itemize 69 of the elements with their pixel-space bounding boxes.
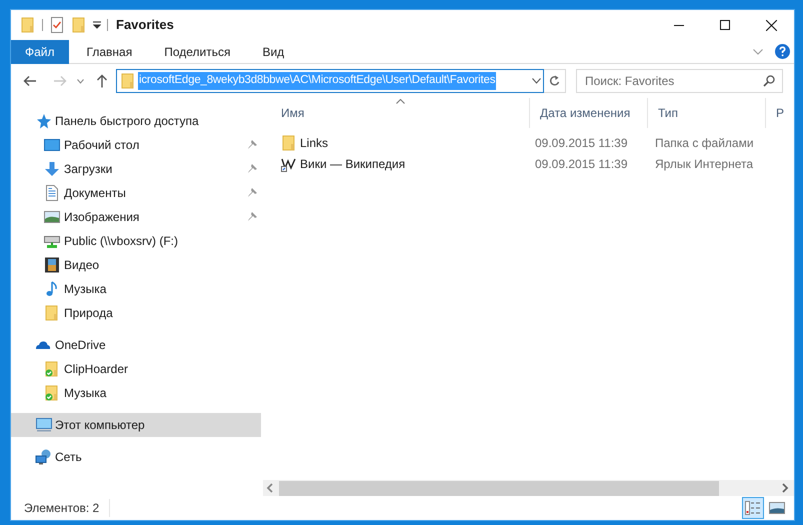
nav-item[interactable]: OneDrive: [11, 333, 261, 357]
sort-caret-icon: [396, 99, 406, 104]
file-name: Вики — Википедия: [300, 156, 406, 172]
file-name: Links: [300, 134, 328, 152]
chevron-down-icon[interactable]: [77, 78, 84, 84]
folder-icon: [120, 73, 136, 89]
nav-item[interactable]: Видео: [11, 253, 261, 277]
image-icon: [44, 209, 60, 225]
refresh-button[interactable]: [544, 69, 566, 93]
date-cell-text: 09.09.2015 11:39: [535, 134, 629, 152]
column-header[interactable]: Имя: [271, 98, 530, 128]
file-row[interactable]: Вики — Википедия 09.09.2015 11:39 Ярлык Интернета: [263, 153, 794, 174]
pin-icon[interactable]: [247, 164, 257, 174]
nav-item[interactable]: Музыка: [11, 277, 261, 301]
nav-item[interactable]: Этот компьютер: [11, 413, 261, 437]
pin-icon[interactable]: [247, 188, 257, 198]
ribbon-tab[interactable]: Вид: [248, 40, 298, 64]
column-header[interactable]: Тип: [648, 98, 766, 128]
chevron-down-icon[interactable]: [532, 78, 541, 84]
file-row[interactable]: Links 09.09.2015 11:39 Папка с файлами: [263, 132, 794, 153]
ribbon-tab[interactable]: Поделиться: [150, 40, 244, 64]
window-title: Favorites: [116, 16, 174, 34]
column-header[interactable]: Дата изменения: [530, 98, 648, 128]
ribbon-tab[interactable]: Файл: [11, 40, 69, 64]
details-view-button[interactable]: [742, 497, 764, 519]
nav-item[interactable]: Документы: [11, 181, 261, 205]
nav-item[interactable]: Рабочий стол: [11, 133, 261, 157]
back-arrow-icon[interactable]: [23, 75, 37, 87]
horizontal-scrollbar[interactable]: [263, 480, 794, 496]
type-cell-text: Папка с файлами: [655, 134, 755, 152]
computer-icon: [35, 417, 53, 433]
ribbon-tab[interactable]: Главная: [72, 40, 146, 64]
search-field[interactable]: Поиск: Favorites: [576, 69, 783, 93]
help-icon[interactable]: [775, 44, 790, 59]
synced-folder-icon: [44, 385, 60, 401]
folder-icon: [20, 17, 36, 33]
document-icon: [44, 185, 60, 201]
nav-item[interactable]: Загрузки: [11, 157, 261, 181]
nav-item[interactable]: Public (\\vboxsrv) (F:): [11, 229, 261, 253]
synced-folder-icon: [44, 361, 60, 377]
maximize-icon: [720, 20, 730, 30]
folder-icon: [281, 134, 297, 150]
checklist-icon[interactable]: [49, 17, 65, 33]
folder-icon: [71, 17, 87, 33]
star-icon: [35, 113, 51, 129]
pin-icon[interactable]: [247, 140, 257, 150]
item-count: Элементов: 2: [24, 499, 110, 517]
up-arrow-icon[interactable]: [96, 74, 108, 88]
pin-icon[interactable]: [247, 212, 257, 222]
nav-item[interactable]: Панель быстрого доступа: [11, 109, 261, 133]
type-cell-text: Ярлык Интернета: [655, 156, 754, 172]
network-icon: [35, 449, 53, 465]
nav-item[interactable]: Природа: [11, 301, 261, 325]
nav-item[interactable]: Музыка: [11, 381, 261, 405]
column-header[interactable]: Р: [766, 98, 794, 128]
nav-item[interactable]: Изображения: [11, 205, 261, 229]
nav-item[interactable]: Сеть: [11, 445, 261, 469]
network-drive-icon: [44, 233, 60, 249]
refresh-icon: [549, 75, 560, 87]
nav-item[interactable]: ClipHoarder: [11, 357, 261, 381]
music-note-icon: [44, 281, 60, 297]
dropdown-arrow-icon[interactable]: [93, 21, 101, 29]
date-cell-text: 09.09.2015 11:39: [535, 156, 629, 172]
close-icon: [766, 20, 776, 30]
film-icon: [44, 257, 60, 273]
folder-icon: [44, 305, 60, 321]
desktop-icon: [44, 137, 60, 153]
down-arrow-icon: [44, 161, 60, 177]
search-icon: [763, 75, 775, 87]
